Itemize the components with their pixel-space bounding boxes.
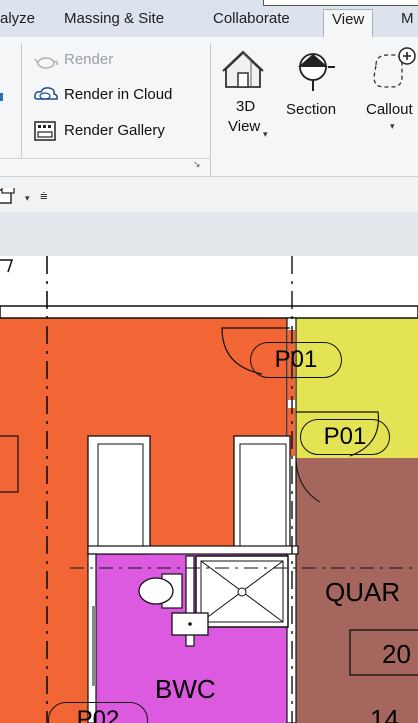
- panel-separator: [21, 43, 22, 158]
- callout-icon: [373, 47, 416, 88]
- render-gallery-icon: [34, 121, 56, 141]
- room-name-bathroom[interactable]: BWC: [155, 674, 216, 705]
- room-number[interactable]: 20: [382, 639, 411, 670]
- render-in-cloud-button[interactable]: Render in Cloud: [64, 86, 172, 103]
- door-tag[interactable]: P02: [48, 702, 148, 723]
- render-button[interactable]: Render: [64, 51, 113, 68]
- render-teapot-icon: [34, 57, 58, 69]
- panel-separator: [210, 43, 211, 176]
- quick-access-toolbar: ▾ ⩧: [0, 176, 418, 214]
- section-button[interactable]: Section: [286, 101, 336, 118]
- customize-qat-icon[interactable]: ⩧: [40, 188, 48, 204]
- title-search-box-edge: [263, 0, 418, 6]
- section-marker-icon: [298, 53, 335, 91]
- tab-manage[interactable]: M: [401, 10, 414, 27]
- room-number[interactable]: 14: [370, 704, 399, 723]
- ribbon-panel: Render Render in Cloud Render Gallery 3D…: [0, 37, 418, 176]
- panel-footer: [0, 158, 210, 177]
- floor-plan-drawing: [0, 256, 418, 723]
- options-bar: [0, 212, 418, 257]
- render-cloud-icon: [34, 87, 58, 100]
- render-gallery-button[interactable]: Render Gallery: [64, 122, 165, 139]
- room-name-quarters[interactable]: QUAR: [325, 577, 400, 608]
- 3d-view-button[interactable]: View: [228, 118, 260, 135]
- 3d-view-dropdown-chevron-icon[interactable]: ▾: [263, 129, 268, 140]
- 3d-view-label-line1: 3D: [236, 98, 256, 115]
- tab-massing-site[interactable]: Massing & Site: [64, 10, 164, 27]
- door-tag[interactable]: P01: [250, 342, 342, 378]
- tab-analyze[interactable]: alyze: [0, 10, 35, 27]
- tab-view[interactable]: View: [323, 9, 374, 37]
- cut-off-icon: [0, 93, 3, 101]
- qat-dropdown-chevron-icon[interactable]: ▾: [25, 193, 30, 204]
- ribbon-tab-bar: alyze Massing & Site Collaborate View M: [0, 0, 418, 38]
- door-tag[interactable]: P01: [300, 419, 390, 455]
- window-switch-icon[interactable]: [0, 188, 16, 206]
- callout-dropdown-chevron-icon[interactable]: ▾: [390, 121, 395, 132]
- floor-plan-canvas[interactable]: P01 P01 P02 BWC QUAR 20 14: [0, 256, 418, 723]
- 3d-view-house-icon: [222, 50, 264, 88]
- tab-collaborate[interactable]: Collaborate: [213, 10, 290, 27]
- callout-button[interactable]: Callout: [366, 101, 413, 118]
